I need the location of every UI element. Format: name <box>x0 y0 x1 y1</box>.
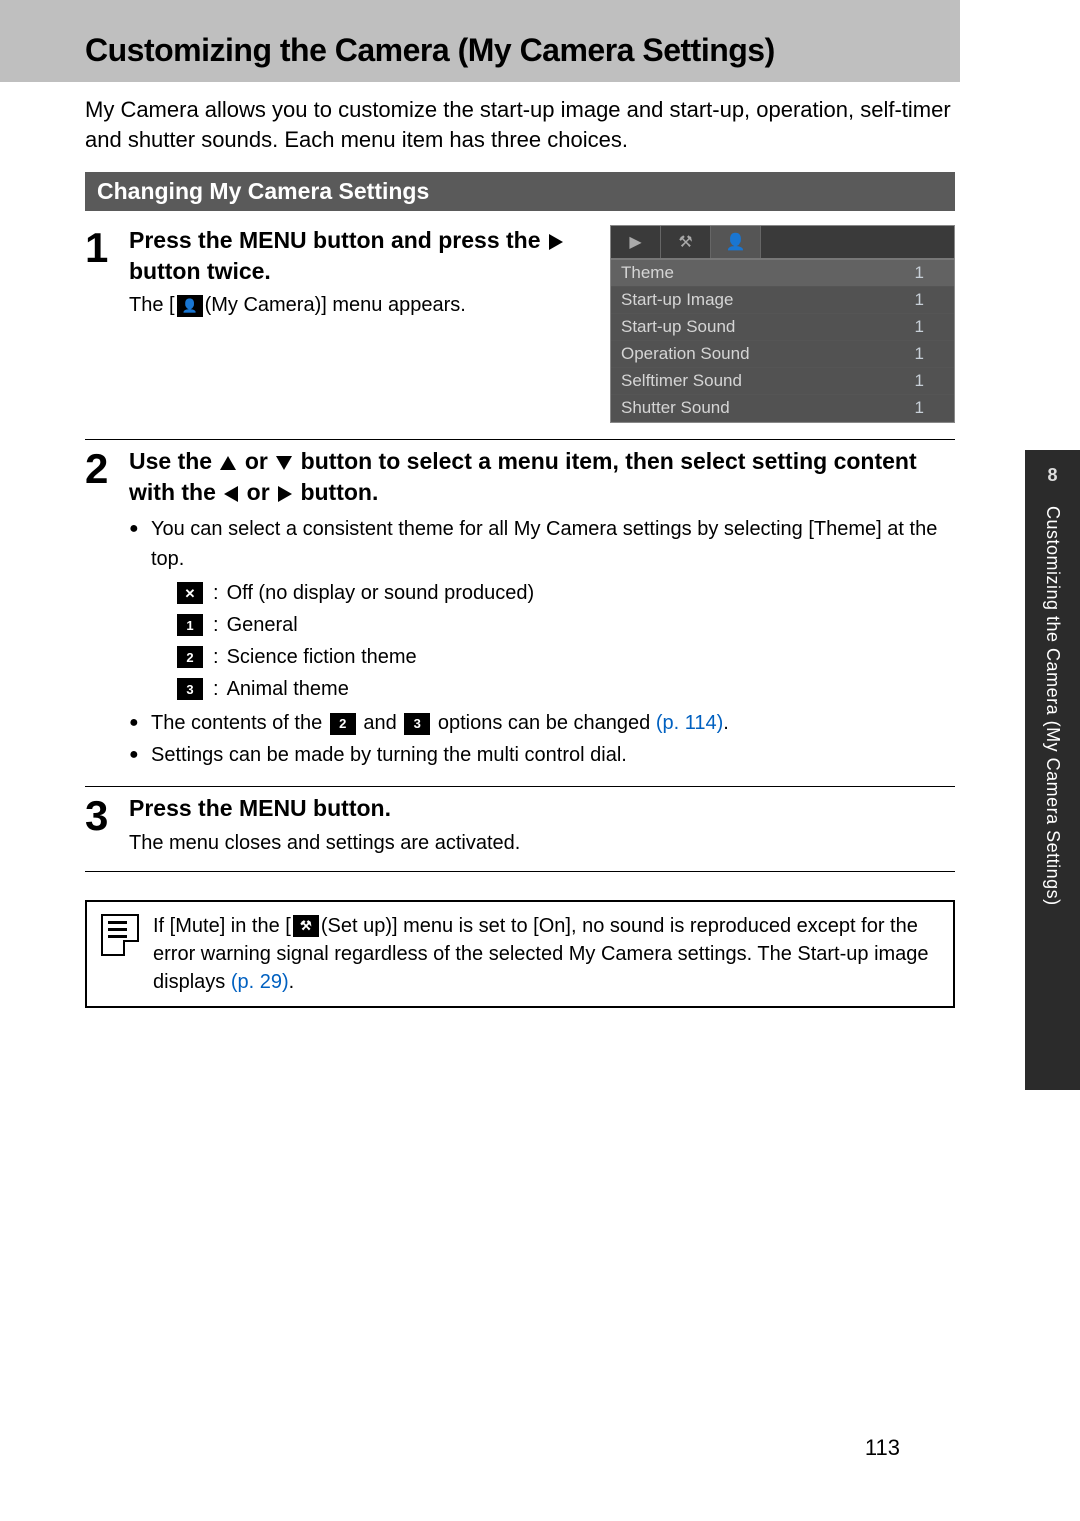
menu-label: Selftimer Sound <box>621 371 742 391</box>
text: (My Camera)] menu appears. <box>205 294 466 316</box>
menu-label: Start-up Sound <box>621 317 735 337</box>
menu-value: 1 <box>915 290 924 310</box>
text: If [Mute] in the [ <box>153 915 291 937</box>
chapter-number: 8 <box>1047 465 1057 486</box>
arrow-left-icon <box>224 486 238 502</box>
menu-row: Start-up Sound 1 <box>611 314 954 341</box>
menu-label: Theme <box>621 263 674 283</box>
chapter-label: Customizing the Camera (My Camera Settin… <box>1042 506 1063 906</box>
text: or <box>245 448 268 474</box>
step-1-instruction: Press the MENU button and press the butt… <box>129 225 609 287</box>
theme-3-icon: 3 <box>404 713 430 735</box>
manual-page: 8 Customizing the Camera (My Camera Sett… <box>0 0 1080 1521</box>
step-1: 1 Press the MENU button and press the bu… <box>85 219 955 440</box>
note-icon <box>101 914 139 956</box>
step-2-bullets: You can select a consistent theme for al… <box>129 514 955 770</box>
arrow-up-icon <box>220 456 236 470</box>
text: . <box>289 971 295 993</box>
step-body: Press the MENU button and press the butt… <box>129 225 955 425</box>
theme-animal: 3 : Animal theme <box>175 674 955 704</box>
text: button twice. <box>129 258 271 284</box>
text: General <box>227 610 298 640</box>
steps-list: 1 Press the MENU button and press the bu… <box>85 219 955 871</box>
menu-value: 1 <box>915 371 924 391</box>
screenshot-rows: Theme 1 Start-up Image 1 Start-up Sound 1 O… <box>611 260 954 422</box>
chapter-side-tab: 8 Customizing the Camera (My Camera Sett… <box>1025 450 1080 1090</box>
step-2: 2 Use the or button to select a menu ite… <box>85 440 955 787</box>
theme-1-icon: 1 <box>177 614 203 636</box>
text: or <box>247 479 270 505</box>
text: button. <box>300 479 378 505</box>
menu-row: Shutter Sound 1 <box>611 395 954 422</box>
theme-general: 1 : General <box>175 610 955 640</box>
screenshot-tabs: ▶ ⚒ 👤 <box>611 226 954 260</box>
theme-list: ✕ : Off (no display or sound produced) 1… <box>175 578 955 704</box>
camera-menu-screenshot: ▶ ⚒ 👤 Theme 1 Start-up Image 1 Start-up So… <box>610 225 955 423</box>
text: Science fiction theme <box>227 642 417 672</box>
menu-label: Start-up Image <box>621 290 733 310</box>
text: options can be changed <box>438 712 650 734</box>
menu-row: Start-up Image 1 <box>611 287 954 314</box>
page-reference[interactable]: (p. 114) <box>656 712 723 734</box>
setup-icon: ⚒ <box>293 915 319 937</box>
arrow-right-icon <box>549 234 563 250</box>
off-icon: ✕ <box>177 582 203 604</box>
tab-play-icon: ▶ <box>611 226 661 258</box>
page-reference[interactable]: (p. 29) <box>231 971 289 993</box>
menu-value: 1 <box>915 344 924 364</box>
theme-2-icon: 2 <box>330 713 356 735</box>
text: Animal theme <box>227 674 349 704</box>
arrow-down-icon <box>276 456 292 470</box>
menu-value: 1 <box>915 317 924 337</box>
menu-value: 1 <box>915 263 924 283</box>
section-header: Changing My Camera Settings <box>85 172 955 211</box>
text: and <box>363 712 396 734</box>
step-number: 2 <box>85 446 129 772</box>
bullet: The contents of the 2 and 3 options can … <box>129 708 955 738</box>
menu-row: Operation Sound 1 <box>611 341 954 368</box>
text: You can select a consistent theme for al… <box>151 518 937 570</box>
text: Off (no display or sound produced) <box>227 578 535 608</box>
step-3: 3 Press the MENU button. The menu closes… <box>85 787 955 871</box>
theme-3-icon: 3 <box>177 678 203 700</box>
arrow-right-icon <box>278 486 292 502</box>
menu-label: Shutter Sound <box>621 398 730 418</box>
text: The [ <box>129 294 175 316</box>
step-3-sub: The menu closes and settings are activat… <box>129 829 955 857</box>
menu-row: Selftimer Sound 1 <box>611 368 954 395</box>
menu-label: Operation Sound <box>621 344 750 364</box>
text: Press the MENU button and press the <box>129 227 541 253</box>
bullet: Settings can be made by turning the mult… <box>129 740 955 770</box>
step-number: 1 <box>85 225 129 425</box>
text: . <box>723 712 729 734</box>
step-1-sub: The [👤(My Camera)] menu appears. <box>129 291 609 319</box>
theme-2-icon: 2 <box>177 646 203 668</box>
text: Use the <box>129 448 212 474</box>
step-body: Press the MENU button. The menu closes a… <box>129 793 955 856</box>
theme-off: ✕ : Off (no display or sound produced) <box>175 578 955 608</box>
step-3-instruction: Press the MENU button. <box>129 793 955 824</box>
note-box: If [Mute] in the [⚒(Set up)] menu is set… <box>85 900 955 1008</box>
tab-setup-icon: ⚒ <box>661 226 711 258</box>
content-area: My Camera allows you to customize the st… <box>85 95 955 1008</box>
note-text: If [Mute] in the [⚒(Set up)] menu is set… <box>153 912 939 996</box>
step-number: 3 <box>85 793 129 856</box>
intro-paragraph: My Camera allows you to customize the st… <box>85 95 955 154</box>
bullet: You can select a consistent theme for al… <box>129 514 955 704</box>
page-number: 113 <box>865 1435 900 1461</box>
tab-mycamera-icon: 👤 <box>711 226 761 258</box>
my-camera-icon: 👤 <box>177 295 203 317</box>
page-title: Customizing the Camera (My Camera Settin… <box>85 32 775 69</box>
text: The contents of the <box>151 712 322 734</box>
theme-scifi: 2 : Science fiction theme <box>175 642 955 672</box>
step-2-instruction: Use the or button to select a menu item,… <box>129 446 955 508</box>
menu-row: Theme 1 <box>611 260 954 287</box>
menu-value: 1 <box>915 398 924 418</box>
step-body: Use the or button to select a menu item,… <box>129 446 955 772</box>
